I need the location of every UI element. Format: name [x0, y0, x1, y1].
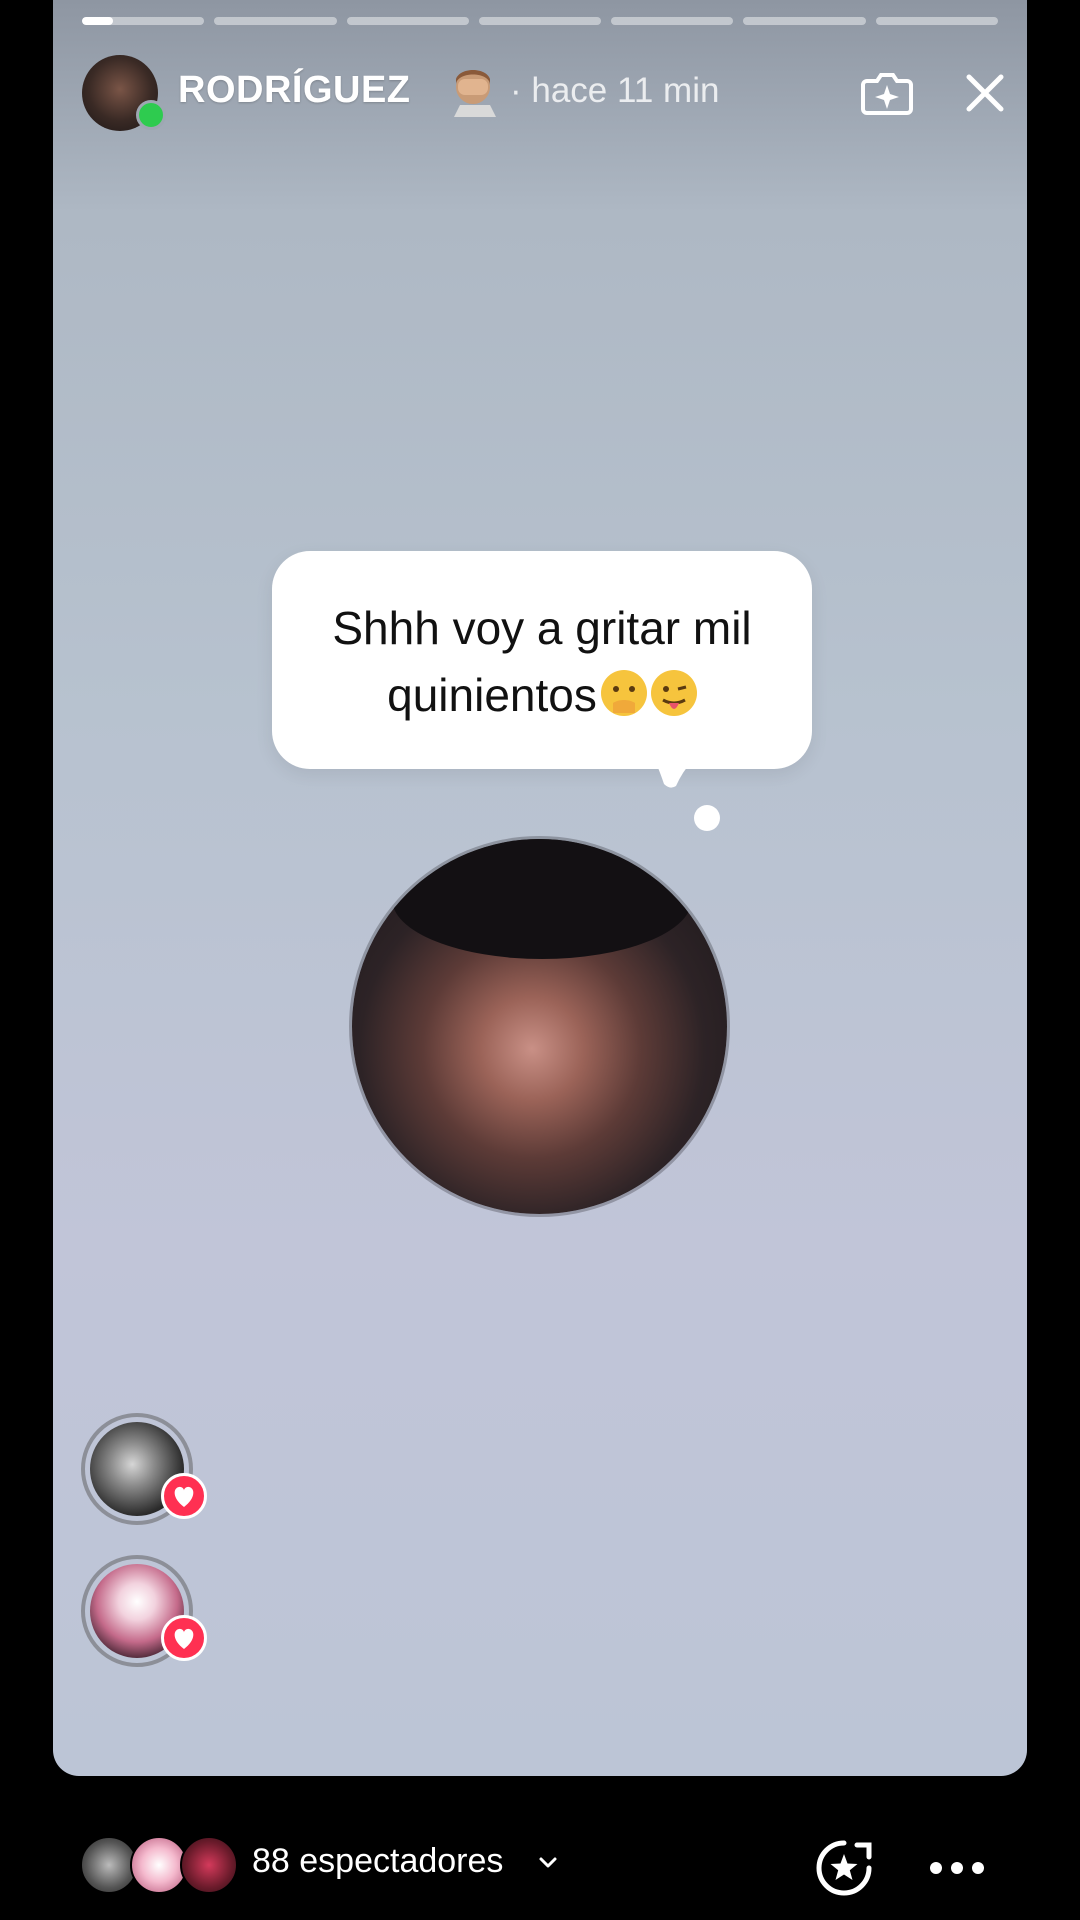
progress-segment	[478, 17, 602, 25]
liker-avatar-2[interactable]	[81, 1555, 207, 1667]
close-icon[interactable]	[955, 63, 1015, 123]
story-frame[interactable]: RODRÍGUEZ · hace 11 min Shhh voy a grita…	[53, 0, 1027, 1776]
profile-photo-circle	[352, 839, 727, 1214]
heart-icon	[161, 1473, 207, 1519]
note-bubble-dot	[694, 805, 720, 831]
progress-segment	[346, 17, 469, 25]
sparkle-camera-icon[interactable]	[857, 63, 917, 123]
viewer-count[interactable]: 88 espectadores	[252, 1842, 503, 1881]
username[interactable]: RODRÍGUEZ	[178, 69, 411, 112]
note-line-1: Shhh voy a gritar mil	[332, 602, 752, 654]
post-time: · hace 11 min	[510, 71, 720, 110]
note-bubble-tail	[654, 758, 696, 788]
tongue-out-emoji	[650, 670, 697, 716]
story-progress-bar	[82, 17, 998, 25]
story-header: RODRÍGUEZ · hace 11 min	[82, 55, 1004, 131]
note-line-2: quinientos	[387, 669, 597, 721]
progress-segment	[875, 17, 998, 25]
more-icon[interactable]	[928, 1858, 986, 1878]
highlight-star-icon[interactable]	[815, 1839, 873, 1897]
heart-icon	[161, 1615, 207, 1661]
viewer-avatars[interactable]	[80, 1836, 240, 1894]
note-text: Shhh voy a gritar mil quinientos	[292, 595, 792, 729]
hand-over-mouth-emoji	[600, 670, 647, 716]
facepalm-emoji	[454, 70, 496, 117]
chevron-down-icon[interactable]	[538, 1856, 558, 1870]
online-status-indicator	[136, 100, 166, 130]
progress-segment	[82, 17, 205, 25]
progress-segment	[743, 17, 866, 25]
progress-segment	[611, 17, 734, 25]
story-footer: 88 espectadores	[0, 1776, 1080, 1920]
viewer-avatar	[180, 1836, 238, 1894]
photo-detail	[392, 839, 692, 959]
progress-fill	[82, 17, 113, 25]
note-bubble: Shhh voy a gritar mil quinientos	[272, 551, 812, 769]
progress-segment	[214, 17, 337, 25]
liker-avatar-1[interactable]	[81, 1413, 207, 1525]
